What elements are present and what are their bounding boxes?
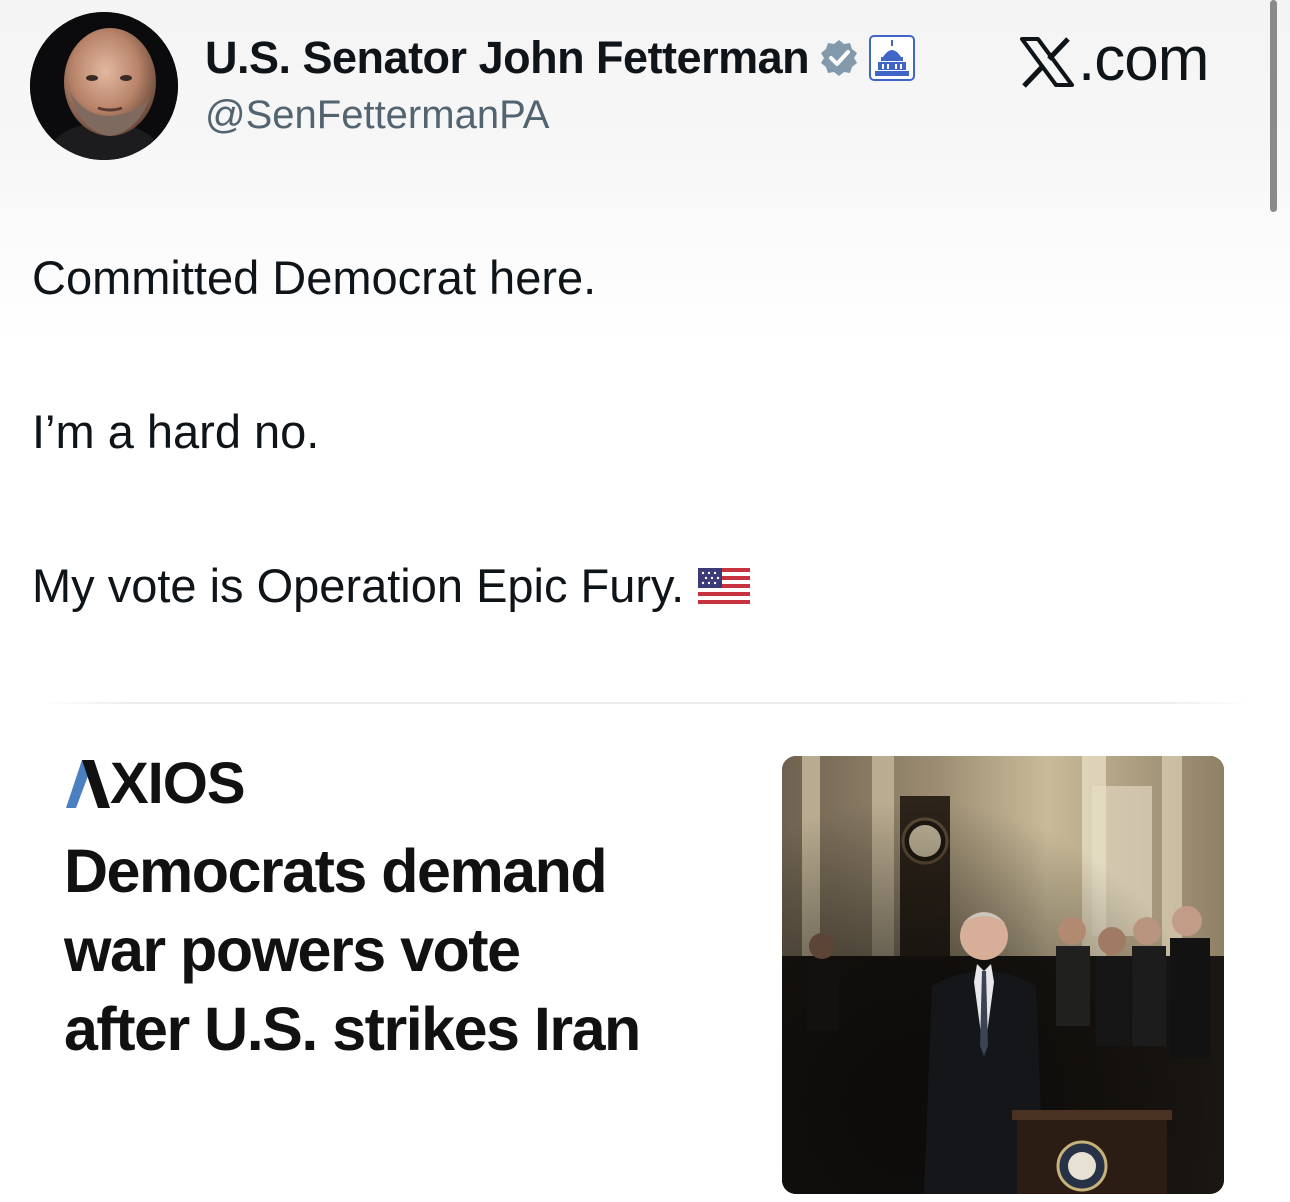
profile-photo (30, 12, 178, 160)
capitol-icon[interactable] (869, 35, 916, 81)
headline-line: after U.S. strikes Iran (64, 995, 641, 1063)
axios-a-mark-icon (66, 760, 110, 808)
tweet-text: My vote is Operation Epic Fury. (32, 559, 685, 612)
axios-logo[interactable]: XIOS (64, 750, 246, 816)
link-card-border (40, 702, 1250, 704)
publisher-name: XIOS (110, 750, 246, 816)
scrollbar[interactable] (1270, 0, 1277, 212)
display-name[interactable]: U.S. Senator John Fetterman (205, 32, 810, 84)
site-label: .com (1018, 24, 1209, 95)
us-flag-icon (698, 567, 751, 604)
site-label-text: .com (1078, 25, 1209, 94)
x-logo-icon (1018, 33, 1076, 88)
card-headline[interactable]: Democrats demand war powers vote after U… (64, 832, 764, 1069)
headline-line: Democrats demand (64, 837, 608, 905)
author-handle[interactable]: @SenFettermanPA (205, 93, 549, 138)
tweet-line-3: My vote is Operation Epic Fury. (32, 558, 751, 613)
card-image[interactable] (782, 756, 1224, 1194)
headline-line: war powers vote (64, 916, 521, 984)
author-name-row: U.S. Senator John Fetterman (205, 28, 916, 88)
press-conference-photo (782, 756, 1224, 1194)
tweet-text: I’m a hard no. (32, 405, 320, 458)
verified-badge-icon[interactable] (819, 38, 859, 78)
tweet-text: Committed Democrat here. (32, 251, 597, 304)
avatar[interactable] (30, 12, 178, 160)
tweet-line-1: Committed Democrat here. (32, 250, 596, 305)
tweet-line-2: I’m a hard no. (32, 404, 319, 459)
